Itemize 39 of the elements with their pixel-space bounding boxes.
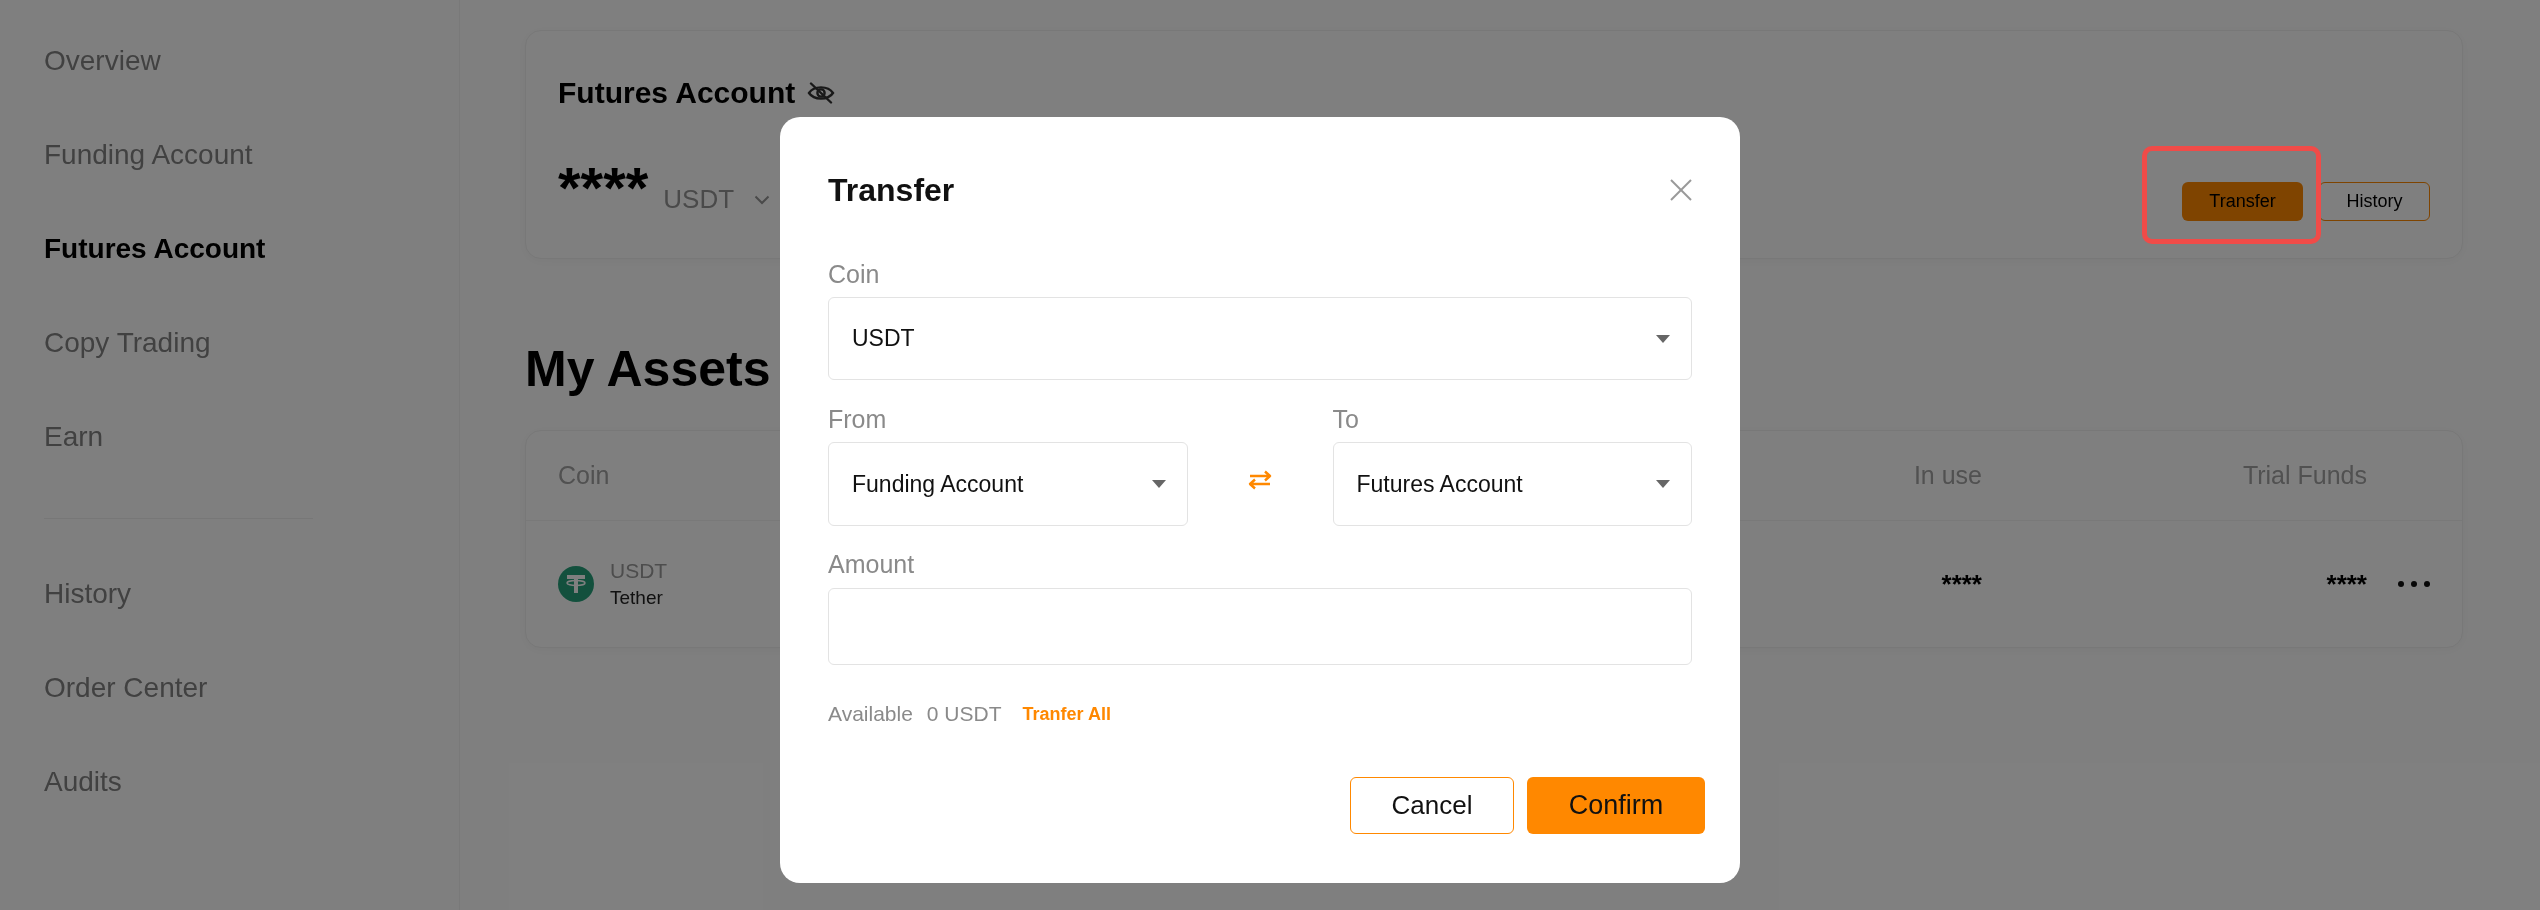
caret-icon	[1151, 480, 1166, 488]
coin-logo-icon	[558, 566, 594, 602]
table-cell: ****	[1941, 571, 1982, 597]
eye-slash-icon[interactable]	[807, 82, 836, 104]
field-label: Amount	[828, 549, 915, 579]
coin-name: Tether	[610, 586, 663, 610]
sidebar-item[interactable]: Earn	[44, 420, 104, 454]
balance-value: ****	[558, 159, 649, 217]
sidebar-item[interactable]: Funding Account	[44, 138, 253, 172]
sidebar-item[interactable]: Futures Account	[44, 232, 266, 266]
sidebar-item[interactable]: Overview	[44, 44, 161, 78]
sidebar-item[interactable]: Order Center	[44, 671, 208, 705]
caret-icon	[1656, 334, 1670, 343]
amount-input[interactable]	[828, 588, 1692, 665]
transfer-button[interactable]: Transfer	[2182, 182, 2303, 221]
more-icon[interactable]	[2398, 581, 2430, 587]
field-label: Coin	[828, 259, 880, 289]
coin-select[interactable]: USDT	[828, 297, 1692, 380]
available-label: Available	[828, 701, 913, 727]
swap-icon[interactable]	[1247, 470, 1273, 490]
section-heading: My Assets	[525, 340, 771, 399]
transfer-all-link[interactable]: Tranfer All	[1022, 701, 1111, 727]
field-label: To	[1332, 404, 1359, 434]
sidebar-item[interactable]: Copy Trading	[44, 326, 211, 360]
field-label: From	[828, 404, 887, 434]
to-select[interactable]: Futures Account	[1332, 442, 1692, 526]
close-icon[interactable]	[1670, 179, 1692, 201]
table-cell: ****	[2326, 571, 2367, 597]
sidebar-item[interactable]: History	[44, 577, 132, 611]
account-title: Futures Account	[558, 75, 796, 111]
chevron-down-icon	[754, 194, 771, 205]
caret-icon	[1656, 480, 1670, 488]
sidebar-item[interactable]: Audits	[44, 765, 122, 799]
history-button[interactable]: History	[2319, 182, 2430, 221]
dialog-title: Transfer	[828, 171, 955, 210]
from-select[interactable]: Funding Account	[828, 442, 1188, 526]
cancel-button[interactable]: Cancel	[1350, 777, 1514, 834]
confirm-button[interactable]: Confirm	[1527, 777, 1705, 834]
available-amount: 0 USDT	[926, 701, 1002, 727]
